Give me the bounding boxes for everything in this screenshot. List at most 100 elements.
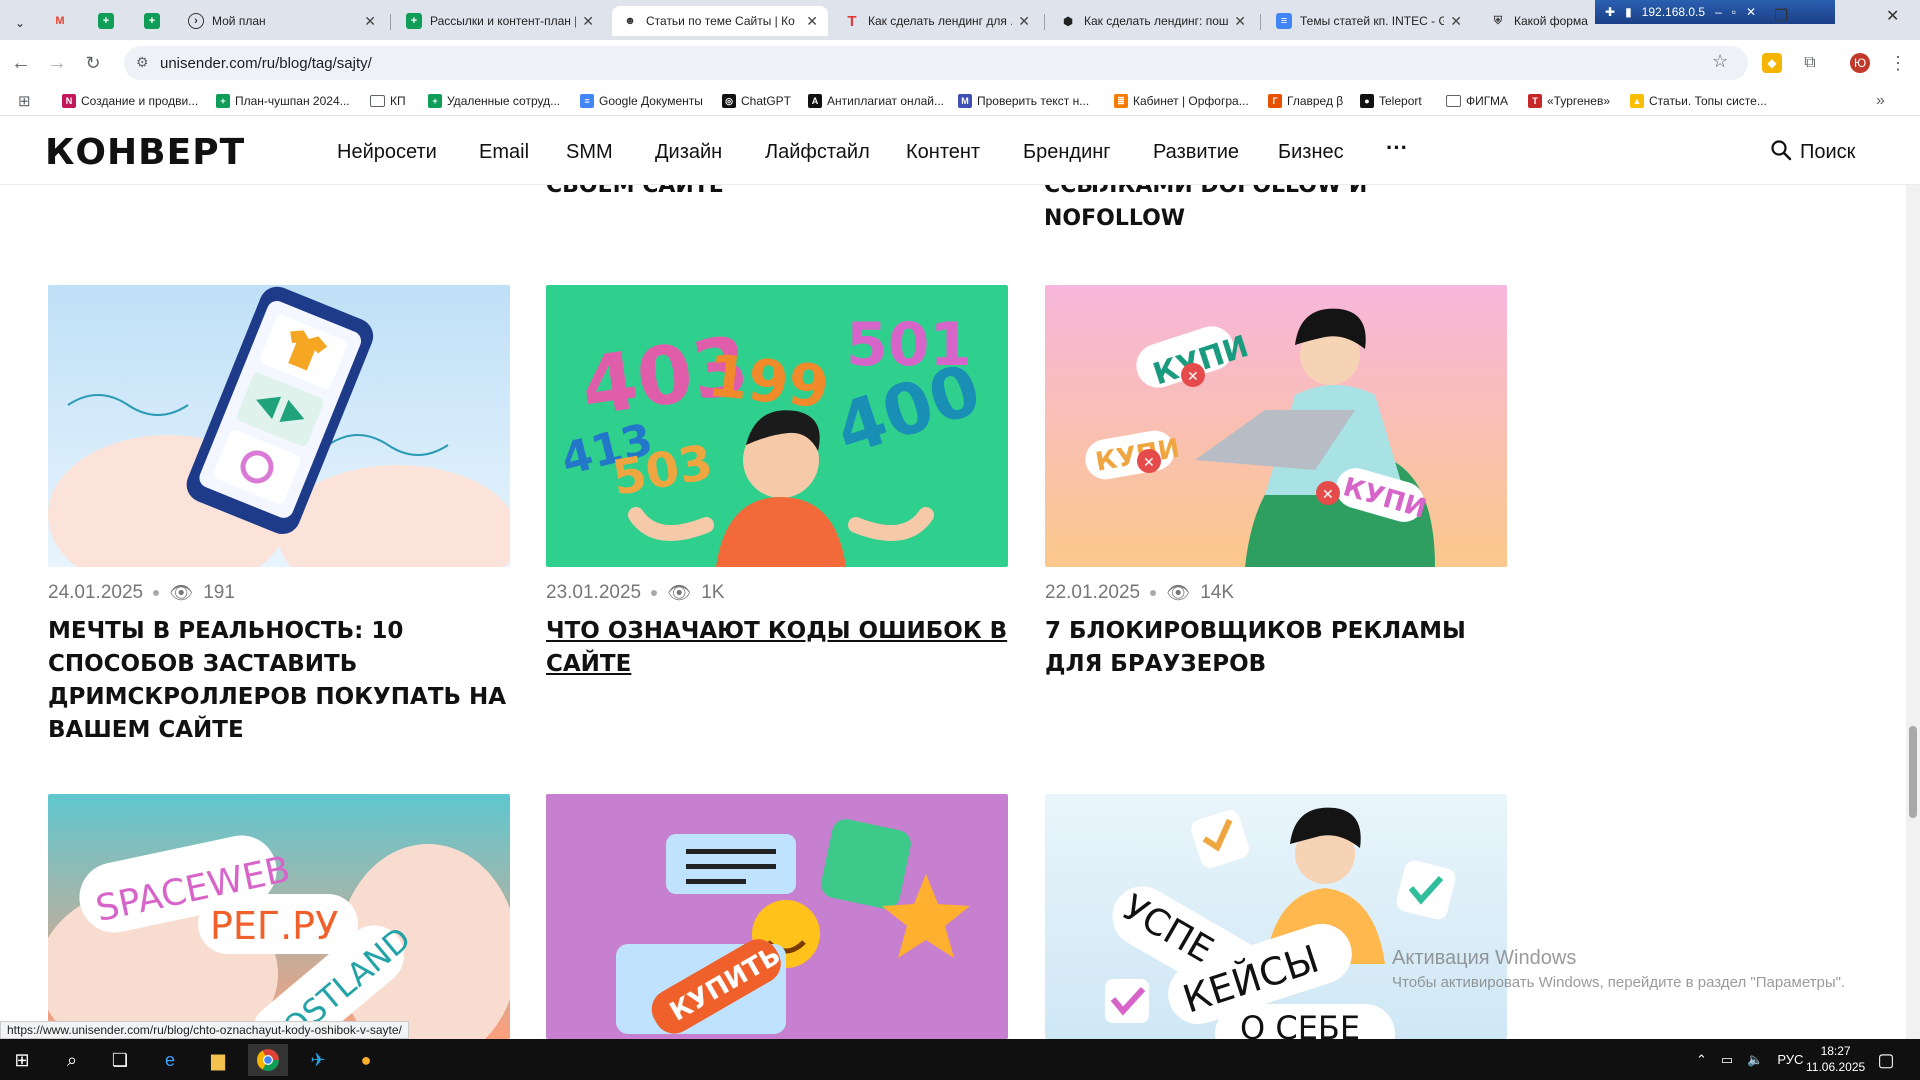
minimize-icon[interactable]: – [1715,5,1722,19]
article-image[interactable]: КУПИТЬ [546,794,1008,1039]
article-image[interactable]: SPACEWEB РЕГ.РУ HOSTLAND [48,794,510,1039]
bookmark-item[interactable]: + План-чушпан 2024... [216,91,350,111]
tab-sheets-1[interactable]: + [86,6,126,36]
cross-icon: ✕ [1143,455,1155,471]
separator-dot [153,590,160,596]
page-scrollbar[interactable] [1906,117,1920,1039]
tab-sheets-2[interactable]: + [132,6,172,36]
close-icon[interactable]: ✕ [582,13,594,30]
scrollbar-thumb[interactable] [1909,726,1917,818]
tab-format[interactable]: ⛨ Какой форма [1480,6,1598,36]
bookmark-item[interactable]: ◎ ChatGPT [722,91,791,111]
article-image[interactable] [48,285,510,567]
nav-more-icon[interactable]: ··· [1386,135,1408,161]
network-icon[interactable]: ▭ [1721,1052,1733,1068]
activation-title: Активация Windows [1392,947,1577,969]
close-icon[interactable]: ✕ [1746,5,1756,19]
close-icon[interactable]: ✕ [364,13,376,30]
search-label[interactable]: Поиск [1800,141,1855,164]
bookmarks-overflow-icon[interactable]: » [1876,91,1885,111]
nav-item-development[interactable]: Развитие [1153,141,1239,164]
nav-item-email[interactable]: Email [479,141,529,164]
nav-item-business[interactable]: Бизнес [1278,141,1344,164]
article-card[interactable]: 24.01.2025 👁 191 МЕЧТЫ В РЕАЛЬНОСТЬ: 10 … [48,285,510,745]
close-icon[interactable]: ✕ [1018,13,1030,30]
tab-newsletters[interactable]: + Рассылки и контент-план | ✕ [396,6,604,36]
edge-icon[interactable]: e [150,1044,190,1076]
nav-item-neural[interactable]: Нейросети [337,141,437,164]
menu-kebab-icon[interactable]: ⋮ [1888,53,1908,73]
close-icon[interactable]: ✕ [1234,13,1246,30]
article-image[interactable]: 403 199 501 413 503 400 [546,285,1008,567]
nav-item-design[interactable]: Дизайн [655,141,722,164]
back-button[interactable]: ← [8,50,34,76]
chrome-icon[interactable] [248,1044,288,1076]
search-icon[interactable]: ⌕ [52,1044,92,1076]
extensions-puzzle-icon[interactable]: ⧉ [1800,53,1820,73]
close-icon[interactable]: ✕ [806,13,818,30]
app-notification-icon[interactable]: ● [346,1044,386,1076]
task-view-icon[interactable]: ❏ [100,1044,140,1076]
tab-landing-2[interactable]: ⬢ Как сделать лендинг: пош... ✕ [1050,6,1256,36]
bookmark-item[interactable]: M Проверить текст н... [958,91,1089,111]
nav-item-smm[interactable]: SMM [566,141,613,164]
url-text[interactable]: unisender.com/ru/blog/tag/sajty/ [160,55,372,72]
nav-item-branding[interactable]: Брендинг [1023,141,1111,164]
nav-item-lifestyle[interactable]: Лайфстайл [765,141,870,164]
site-info-icon[interactable]: ⚙ [136,54,149,71]
forward-button[interactable]: → [44,50,70,76]
language-indicator[interactable]: РУС [1777,1052,1803,1067]
bookmark-item[interactable]: ≣ Кабинет | Орфогра... [1114,91,1249,111]
bookmark-item[interactable]: A Антиплагиат онлай... [808,91,944,111]
bookmark-label: КП [390,94,406,108]
bookmark-item[interactable]: + Удаленные сотруд... [428,91,560,111]
profile-avatar[interactable]: Ю [1850,53,1870,73]
article-card[interactable]: 403 199 501 413 503 400 23.01.2025 👁 1K … [546,285,1008,705]
search-icon[interactable] [1770,139,1792,161]
bookmark-item[interactable]: ▲ Статьи. Топы систе... [1630,91,1767,111]
bookmark-item[interactable]: ≡ Google Документы [580,91,703,111]
article-title[interactable]: МЕЧТЫ В РЕАЛЬНОСТЬ: 10 СПОСОБОВ ЗАСТАВИТ… [48,615,510,747]
tab-my-plan[interactable]: › Мой план ✕ [178,6,386,36]
apps-grid-icon[interactable]: ⊞ [18,91,31,111]
window-close-button[interactable]: ✕ [1886,6,1899,26]
bookmark-star-icon[interactable]: ☆ [1712,51,1728,72]
window-restore-button[interactable]: ❐ [1774,6,1788,26]
tab-articles-sites[interactable]: ☻ Статьи по теме Сайты | Ко ✕ [612,6,828,36]
volume-icon[interactable]: 🔈 [1747,1052,1763,1068]
bookmark-item[interactable]: ФИГМА [1446,91,1508,111]
article-views: 191 [203,582,235,603]
site-logo[interactable]: КОНВЕРТ [45,132,245,173]
article-image[interactable]: КУПИ ✕ КУПИ ✕ КУПИ ✕ [1045,285,1507,567]
reload-button[interactable]: ↻ [80,50,106,76]
article-title[interactable]: ЧТО ОЗНАЧАЮТ КОДЫ ОШИБОК В САЙТЕ [546,615,1008,681]
extension-icon[interactable]: ◆ [1762,53,1782,73]
article-image[interactable]: УСПЕ КЕЙСЫ О СЕБЕ [1045,794,1507,1039]
bookmark-favicon-icon: A [808,94,822,108]
bookmark-item[interactable]: ● Teleport [1360,91,1422,111]
telegram-icon[interactable]: ✈ [298,1044,338,1076]
article-card[interactable]: КУПИ ✕ КУПИ ✕ КУПИ ✕ 22.01.2025 👁 14K 7 … [1045,285,1507,705]
tab-search-button[interactable]: ⌄ [6,8,34,38]
taskbar-clock[interactable]: 18:27 11.06.2025 [1806,1043,1865,1075]
bookmark-item[interactable]: N Создание и продви... [62,91,198,111]
bookmark-favicon-icon: Г [1268,94,1282,108]
article-title[interactable]: 7 БЛОКИРОВЩИКОВ РЕКЛАМЫ ДЛЯ БРАУЗЕРОВ [1045,615,1507,681]
tab-gmail[interactable]: M [40,6,80,36]
bookmark-item[interactable]: КП [370,91,406,111]
notifications-icon[interactable]: ▢ [1866,1044,1906,1076]
code-text: 199 [705,341,833,421]
address-bar[interactable]: ⚙ unisender.com/ru/blog/tag/sajty/ [124,46,1748,80]
restore-icon[interactable]: ▫ [1732,5,1736,19]
close-icon[interactable]: ✕ [1450,13,1462,30]
tab-landing-1[interactable]: T Как сделать лендинг для ... ✕ [834,6,1040,36]
bookmark-item[interactable]: Т «Тургенев» [1528,91,1610,111]
chevron-up-icon[interactable]: ⌃ [1696,1052,1707,1068]
article-meta: 24.01.2025 👁 191 [48,581,235,605]
tab-topics[interactable]: ≡ Темы статей кп. INTEC - G ✕ [1266,6,1472,36]
file-explorer-icon[interactable]: ▆ [198,1044,238,1076]
bookmark-item[interactable]: Г Главред β [1268,91,1343,111]
windows-start-icon[interactable]: ⊞ [2,1044,42,1076]
link-status-bar: https://www.unisender.com/ru/blog/chto-o… [0,1021,409,1039]
nav-item-content[interactable]: Контент [906,141,980,164]
